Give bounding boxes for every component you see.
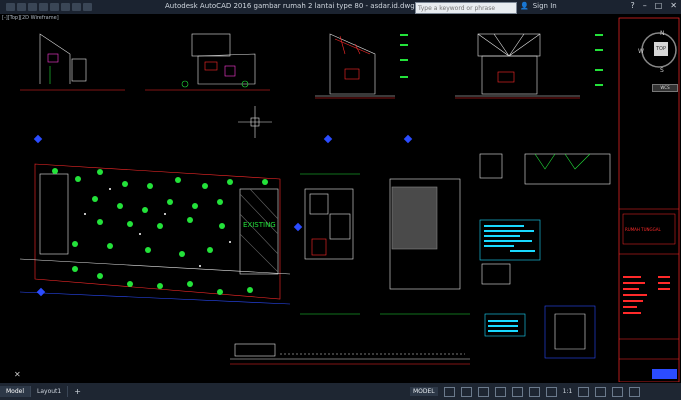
sign-in-label: Sign In [532, 2, 557, 10]
viewcube-ring[interactable] [625, 30, 680, 85]
open-icon[interactable] [28, 3, 37, 11]
help-icon[interactable]: ? [630, 1, 634, 10]
title-bar: Autodesk AutoCAD 2016 gambar rumah 2 lan… [0, 0, 681, 14]
notes-text [484, 225, 535, 332]
fullscreen-icon[interactable] [612, 386, 624, 397]
print-icon[interactable] [61, 3, 70, 11]
isolate-icon[interactable] [595, 386, 607, 397]
osnap-icon[interactable] [511, 386, 523, 397]
floor-plan [300, 173, 360, 315]
window-title: Autodesk AutoCAD 2016 gambar rumah 2 lan… [165, 2, 415, 10]
roof-plan [380, 178, 470, 315]
lineweight-icon[interactable] [528, 386, 540, 397]
details-area [479, 153, 611, 359]
sign-in[interactable]: 👤 Sign In [520, 2, 557, 10]
fence-elevation [230, 343, 470, 365]
customize-icon[interactable] [629, 386, 641, 397]
section-b [455, 33, 580, 99]
add-layout-button[interactable]: + [68, 387, 87, 396]
command-line-close-icon[interactable]: ✕ [14, 370, 21, 379]
model-space-button[interactable]: MODEL [410, 387, 438, 396]
dimension-text-left [400, 34, 603, 86]
search-input[interactable] [416, 4, 516, 12]
polar-icon[interactable] [494, 386, 506, 397]
section-markers [33, 134, 413, 297]
save-icon[interactable] [39, 3, 48, 11]
ortho-icon[interactable] [477, 386, 489, 397]
existing-label: EXISTING [243, 221, 276, 229]
quick-access-toolbar [0, 3, 156, 11]
title-block-project: RUMAH TUNGGAL [625, 227, 661, 232]
viewcube-north[interactable]: N [660, 30, 665, 37]
wcs-menu[interactable]: WCS [652, 84, 678, 92]
crosshair-cursor [238, 106, 272, 138]
window-controls: ? – □ ✕ [630, 1, 677, 10]
annotation-icon[interactable] [545, 386, 557, 397]
site-plan [19, 163, 291, 305]
viewcube-top[interactable]: TOP [654, 42, 668, 56]
undo-icon[interactable] [72, 3, 81, 11]
search-box[interactable] [415, 2, 517, 14]
app-menu-icon[interactable] [6, 3, 15, 11]
elevation-front [20, 33, 125, 91]
annotation-scale[interactable]: 1:1 [563, 388, 573, 395]
saveas-icon[interactable] [50, 3, 59, 11]
tab-model[interactable]: Model [0, 386, 32, 397]
user-icon: 👤 [520, 2, 529, 10]
maximize-icon[interactable]: □ [655, 1, 663, 10]
viewcube-west[interactable]: W [638, 48, 644, 55]
close-icon[interactable]: ✕ [670, 1, 677, 10]
site-trees [52, 168, 268, 295]
grid-icon[interactable] [443, 386, 455, 397]
snap-icon[interactable] [460, 386, 472, 397]
viewcube-south[interactable]: S [660, 67, 664, 74]
viewport-label[interactable]: [-][Top][2D Wireframe] [2, 15, 59, 21]
status-tools: MODEL 1:1 [410, 383, 641, 400]
elevation-side [145, 33, 270, 91]
drawing-canvas[interactable]: EXISTING [0, 14, 616, 382]
new-icon[interactable] [17, 3, 26, 11]
status-bar: Model Layout1 + MODEL 1:1 [0, 383, 681, 400]
section-a [315, 33, 395, 99]
workspace-gear-icon[interactable] [578, 386, 590, 397]
tab-layout1[interactable]: Layout1 [31, 386, 69, 397]
redo-icon[interactable] [83, 3, 92, 11]
minimize-icon[interactable]: – [643, 1, 647, 10]
